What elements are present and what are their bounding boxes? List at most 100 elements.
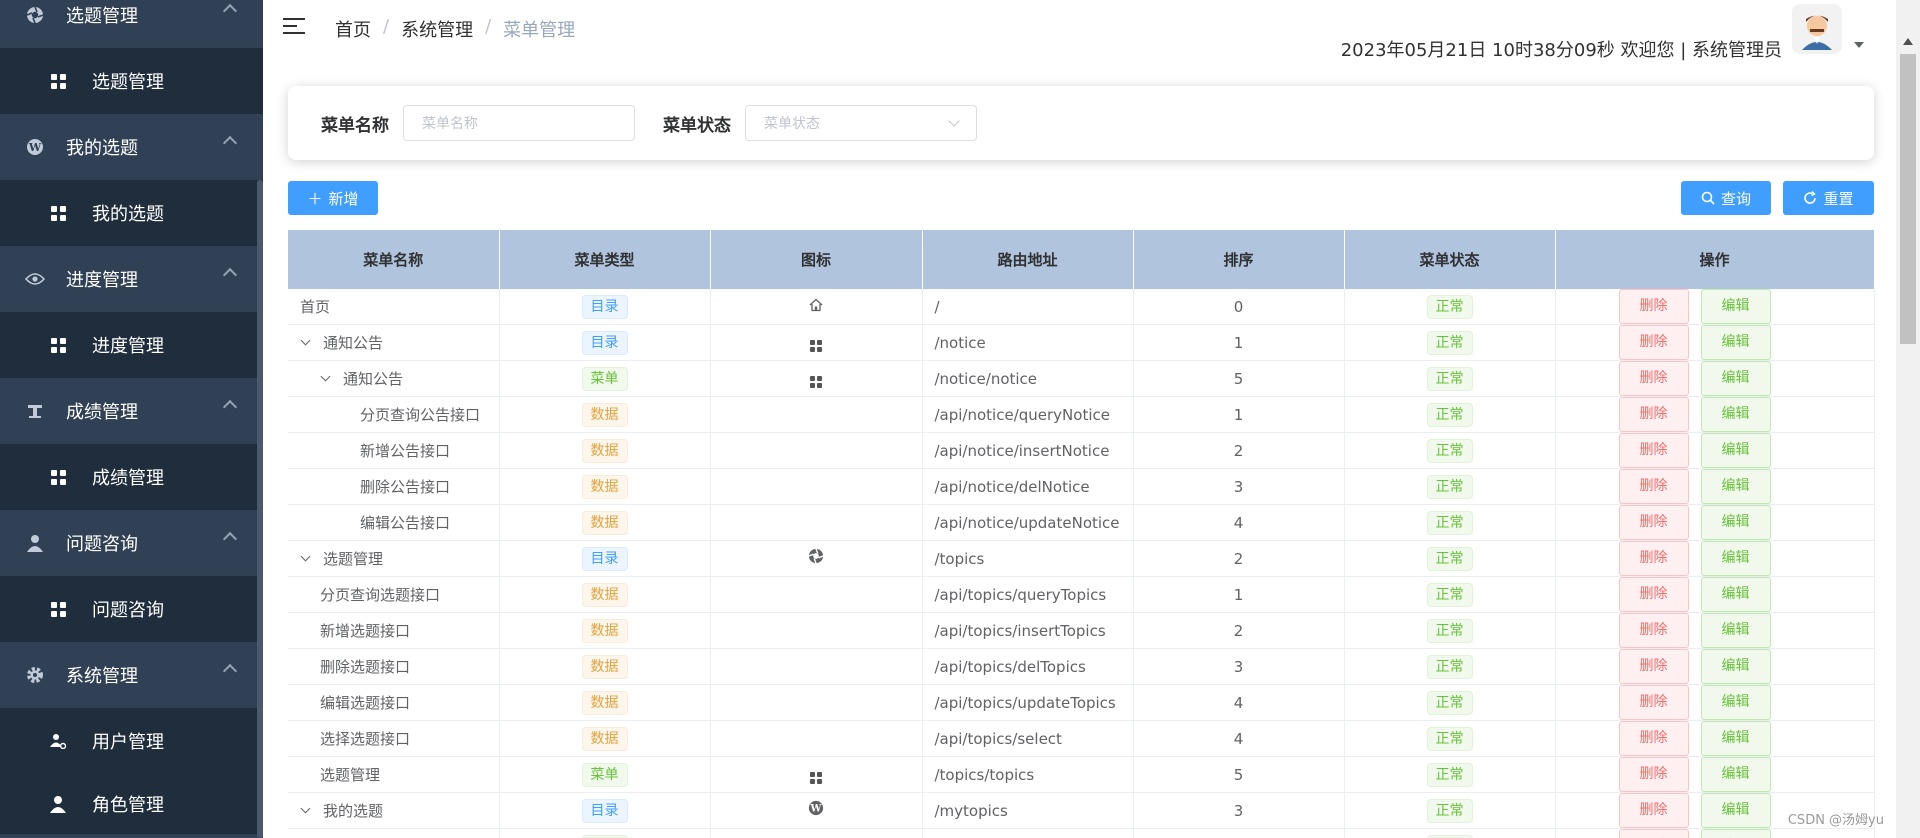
table-row[interactable]: 通知公告 菜单 /notice/notice 5 正常 删除 编辑 — [288, 360, 1875, 397]
sidebar-menu: 选题管理 选题管理 W 我的选题 我的选题 进度管理 进度管理 成绩管理 成绩管… — [0, 0, 263, 834]
delete-button[interactable]: 删除 — [1618, 289, 1689, 324]
delete-button[interactable]: 删除 — [1618, 541, 1689, 576]
query-button[interactable]: 查询 — [1681, 181, 1771, 215]
order-cell: 5 — [1133, 360, 1345, 397]
edit-button[interactable]: 编辑 — [1700, 289, 1771, 324]
table-row[interactable]: 首页 目录 / 0 正常 删除 编辑 — [288, 289, 1875, 325]
edit-button[interactable]: 编辑 — [1700, 721, 1771, 756]
delete-button[interactable]: 删除 — [1618, 613, 1689, 648]
table-row[interactable]: 选择选题接口 数据 /api/topics/select 4 正常 删除 编辑 — [288, 720, 1875, 757]
table-row[interactable]: 分页查询公告接口 数据 /api/notice/queryNotice 1 正常… — [288, 396, 1875, 433]
page-scrollbar[interactable] — [1896, 0, 1920, 838]
delete-button[interactable]: 删除 — [1618, 469, 1689, 504]
table-row[interactable]: 通知公告 目录 /notice 1 正常 删除 编辑 — [288, 324, 1875, 361]
add-button[interactable]: ＋ 新增 — [288, 181, 378, 215]
breadcrumb: 首页 / 系统管理 / 菜单管理 — [335, 16, 575, 42]
route-path-cell: /mytopics/mytopics — [922, 828, 1134, 838]
sidebar-group-4[interactable]: 问题咨询 — [0, 510, 263, 576]
breadcrumb-system[interactable]: 系统管理 — [401, 16, 473, 42]
sidebar-item-1[interactable]: 我的选题 — [0, 180, 263, 246]
menu-type-tag: 目录 — [581, 546, 628, 571]
sidebar-item-0[interactable]: 选题管理 — [0, 48, 263, 114]
expand-arrow-icon[interactable] — [300, 803, 311, 814]
menu-type-tag: 菜单 — [581, 366, 628, 391]
chevron-up-icon — [222, 135, 238, 151]
sidebar-group-5[interactable]: 系统管理 — [0, 642, 263, 708]
sidebar-scrollbar[interactable] — [257, 180, 263, 838]
table-row[interactable]: 新增选题接口 数据 /api/topics/insertTopics 2 正常 … — [288, 612, 1875, 649]
expand-arrow-icon[interactable] — [320, 371, 331, 382]
sidebar-item-5[interactable]: 用户管理 — [0, 708, 263, 774]
menu-name-cell: 我的选题 — [323, 802, 384, 820]
delete-button[interactable]: 删除 — [1618, 649, 1689, 684]
hamburger-icon[interactable] — [283, 18, 305, 36]
edit-button[interactable]: 编辑 — [1700, 397, 1771, 432]
delete-button[interactable]: 删除 — [1618, 577, 1689, 612]
edit-button[interactable]: 编辑 — [1700, 541, 1771, 576]
table-row[interactable]: 选题管理 菜单 /topics/topics 5 正常 删除 编辑 — [288, 756, 1875, 793]
edit-button[interactable]: 编辑 — [1700, 505, 1771, 540]
menu-status-select[interactable]: 菜单状态 — [745, 105, 977, 141]
table-row[interactable]: 删除选题接口 数据 /api/topics/delTopics 3 正常 删除 … — [288, 648, 1875, 685]
edit-button[interactable]: 编辑 — [1700, 613, 1771, 648]
table-row[interactable]: 新增公告接口 数据 /api/notice/insertNotice 2 正常 … — [288, 432, 1875, 469]
edit-button[interactable]: 编辑 — [1700, 469, 1771, 504]
sidebar-item-3[interactable]: 成绩管理 — [0, 444, 263, 510]
table-row[interactable]: 我的选题 菜单 /mytopics/mytopics 5 正常 删除 编辑 — [288, 828, 1875, 838]
menu-name-input[interactable] — [403, 105, 635, 141]
breadcrumb-home[interactable]: 首页 — [335, 16, 371, 42]
sidebar-group-0[interactable]: 选题管理 — [0, 0, 263, 48]
delete-button[interactable]: 删除 — [1618, 325, 1689, 360]
edit-button[interactable]: 编辑 — [1700, 325, 1771, 360]
avatar[interactable] — [1792, 4, 1842, 54]
sidebar-group-label: 成绩管理 — [66, 402, 138, 423]
menu-name-cell: 编辑选题接口 — [320, 694, 411, 712]
expand-arrow-icon[interactable] — [300, 551, 311, 562]
expand-arrow-icon[interactable] — [300, 335, 311, 346]
edit-button[interactable]: 编辑 — [1700, 793, 1771, 828]
table-row[interactable]: 编辑选题接口 数据 /api/topics/updateTopics 4 正常 … — [288, 684, 1875, 721]
delete-button[interactable]: 删除 — [1618, 397, 1689, 432]
menu-type-tag: 目录 — [581, 294, 628, 319]
grid-icon — [50, 601, 66, 617]
edit-button[interactable]: 编辑 — [1700, 361, 1771, 396]
sidebar-group-1[interactable]: W 我的选题 — [0, 114, 263, 180]
route-path-cell: /topics/topics — [922, 756, 1134, 793]
delete-button[interactable]: 删除 — [1618, 829, 1689, 838]
menu-status-placeholder: 菜单状态 — [764, 116, 820, 132]
sidebar-group-3[interactable]: 成绩管理 — [0, 378, 263, 444]
order-cell: 2 — [1133, 432, 1345, 469]
edit-button[interactable]: 编辑 — [1700, 649, 1771, 684]
delete-button[interactable]: 删除 — [1618, 361, 1689, 396]
edit-button[interactable]: 编辑 — [1700, 577, 1771, 612]
table-row[interactable]: 分页查询选题接口 数据 /api/topics/queryTopics 1 正常… — [288, 576, 1875, 613]
watermark: CSDN @汤姆yu — [1787, 813, 1884, 828]
menu-name-cell: 编辑公告接口 — [360, 514, 451, 532]
delete-button[interactable]: 删除 — [1618, 685, 1689, 720]
chevron-down-icon[interactable] — [1854, 42, 1864, 48]
sidebar-item-2[interactable]: 进度管理 — [0, 312, 263, 378]
grid-icon — [50, 337, 66, 353]
delete-button[interactable]: 删除 — [1618, 505, 1689, 540]
order-cell: 3 — [1133, 648, 1345, 685]
table-row[interactable]: 选题管理 目录 /topics 2 正常 删除 编辑 — [288, 540, 1875, 577]
delete-button[interactable]: 删除 — [1618, 793, 1689, 828]
table-row[interactable]: 我的选题 目录 W /mytopics 3 正常 删除 编辑 — [288, 792, 1875, 829]
scrollbar-thumb[interactable] — [1900, 54, 1916, 344]
sidebar-group-2[interactable]: 进度管理 — [0, 246, 263, 312]
grid-icon — [50, 205, 66, 221]
delete-button[interactable]: 删除 — [1618, 757, 1689, 792]
scroll-up-icon[interactable] — [1903, 38, 1913, 45]
edit-button[interactable]: 编辑 — [1700, 685, 1771, 720]
edit-button[interactable]: 编辑 — [1700, 757, 1771, 792]
edit-button[interactable]: 编辑 — [1700, 829, 1771, 838]
table-row[interactable]: 编辑公告接口 数据 /api/notice/updateNotice 4 正常 … — [288, 504, 1875, 541]
sidebar-item-4[interactable]: 问题咨询 — [0, 576, 263, 642]
sidebar-item-role[interactable]: 角色管理 — [0, 774, 263, 834]
order-cell: 4 — [1133, 684, 1345, 721]
reset-button[interactable]: 重置 — [1783, 181, 1874, 215]
edit-button[interactable]: 编辑 — [1700, 433, 1771, 468]
table-row[interactable]: 删除公告接口 数据 /api/notice/delNotice 3 正常 删除 … — [288, 468, 1875, 505]
delete-button[interactable]: 删除 — [1618, 433, 1689, 468]
delete-button[interactable]: 删除 — [1618, 721, 1689, 756]
